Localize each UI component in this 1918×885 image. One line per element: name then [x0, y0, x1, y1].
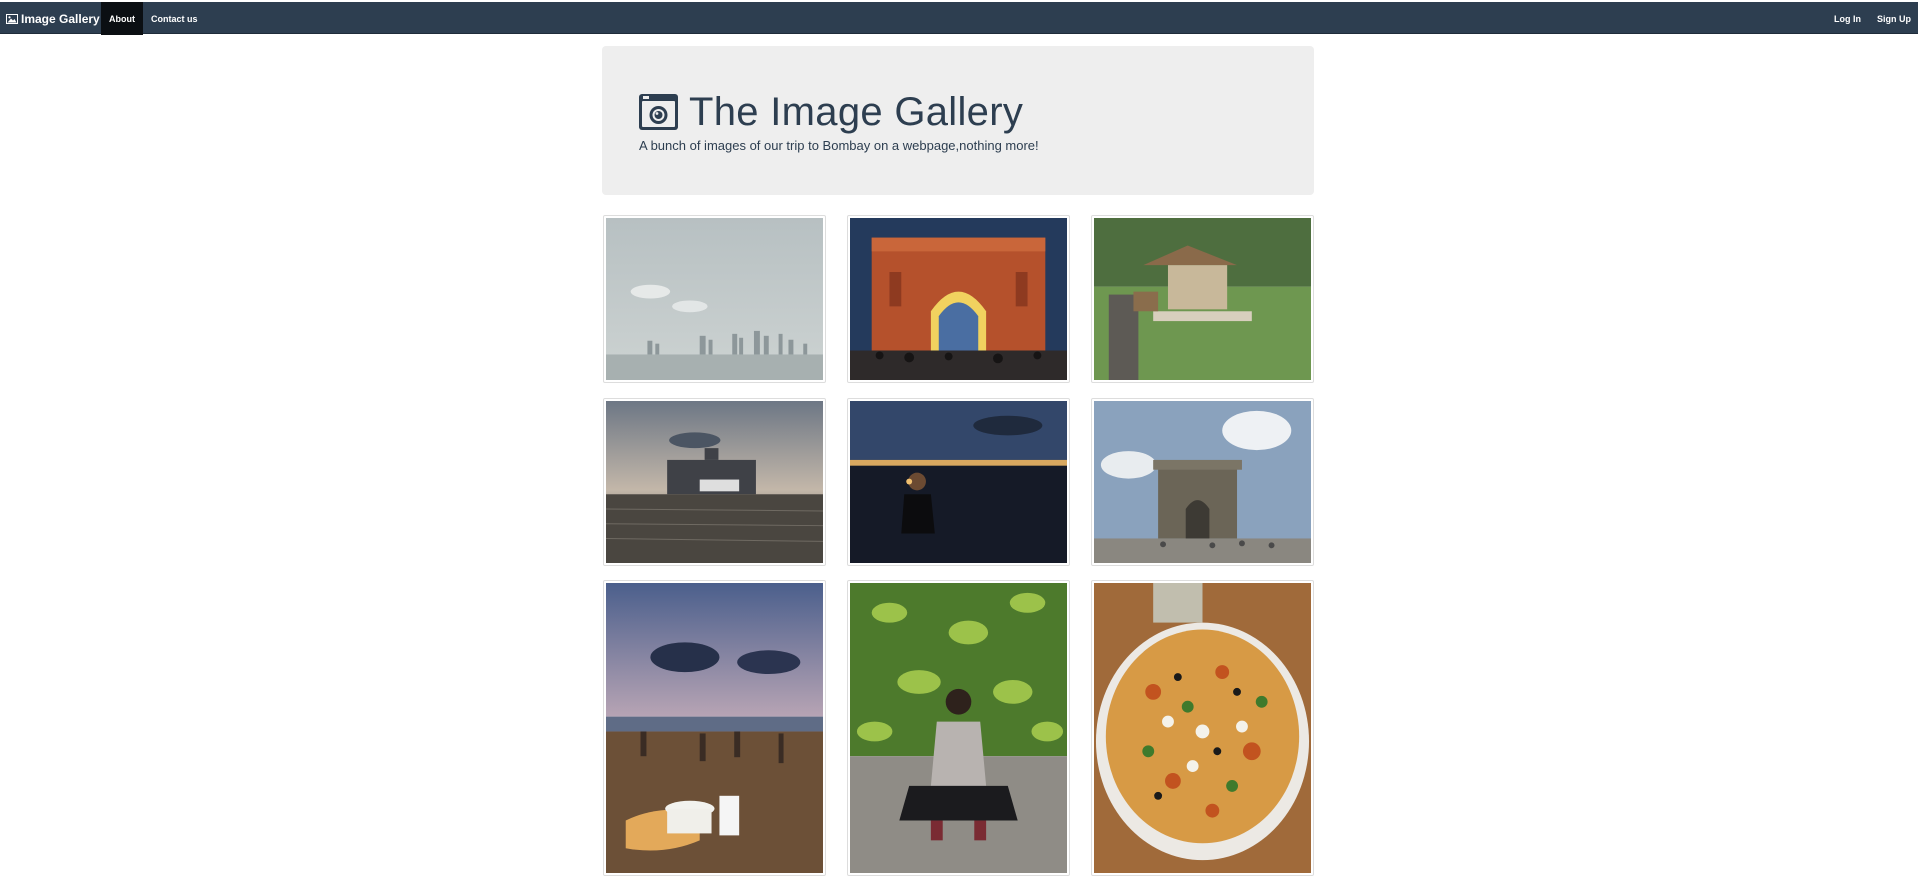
- gallery-image-taj-hotel[interactable]: [603, 398, 826, 566]
- nav-log-in[interactable]: Log In: [1834, 2, 1861, 35]
- gallery-image-beach-dusk[interactable]: [603, 580, 826, 876]
- nav-sign-up[interactable]: Sign Up: [1877, 2, 1911, 35]
- picture-icon: [6, 13, 18, 24]
- taj-hotel-photo: [606, 401, 823, 563]
- pizza-photo: [1094, 583, 1311, 873]
- portrait-wall-photo: [850, 583, 1067, 873]
- gallery-image-pizza[interactable]: [1091, 580, 1314, 876]
- gallery-image-skyline[interactable]: [603, 215, 826, 383]
- gallery-image-night-portrait[interactable]: [847, 398, 1070, 566]
- gallery-image-portrait-wall[interactable]: [847, 580, 1070, 876]
- skyline-photo: [606, 218, 823, 380]
- page-subtitle: A bunch of images of our trip to Bombay …: [639, 138, 1039, 153]
- navbar: Image Gallery About Contact us Log In Si…: [0, 2, 1918, 35]
- garden-pavilion-photo: [1094, 218, 1311, 380]
- beach-dusk-photo: [606, 583, 823, 873]
- gateway-day-photo: [1094, 401, 1311, 563]
- gallery-image-gateway-night[interactable]: [847, 215, 1070, 383]
- nav-contact-us[interactable]: Contact us: [151, 2, 198, 35]
- brand-link[interactable]: Image Gallery: [6, 2, 100, 35]
- gallery-image-gateway-day[interactable]: [1091, 398, 1314, 566]
- gateway-night-photo: [850, 218, 1067, 380]
- night-portrait-photo: [850, 401, 1067, 563]
- gallery-image-garden-pavilion[interactable]: [1091, 215, 1314, 383]
- page-title-text: The Image Gallery: [689, 89, 1024, 134]
- jumbotron: The Image Gallery A bunch of images of o…: [602, 46, 1314, 195]
- brand-label: Image Gallery: [21, 11, 100, 26]
- page-title: The Image Gallery: [639, 84, 1023, 140]
- camera-icon: [639, 94, 678, 130]
- nav-about[interactable]: About: [101, 2, 143, 35]
